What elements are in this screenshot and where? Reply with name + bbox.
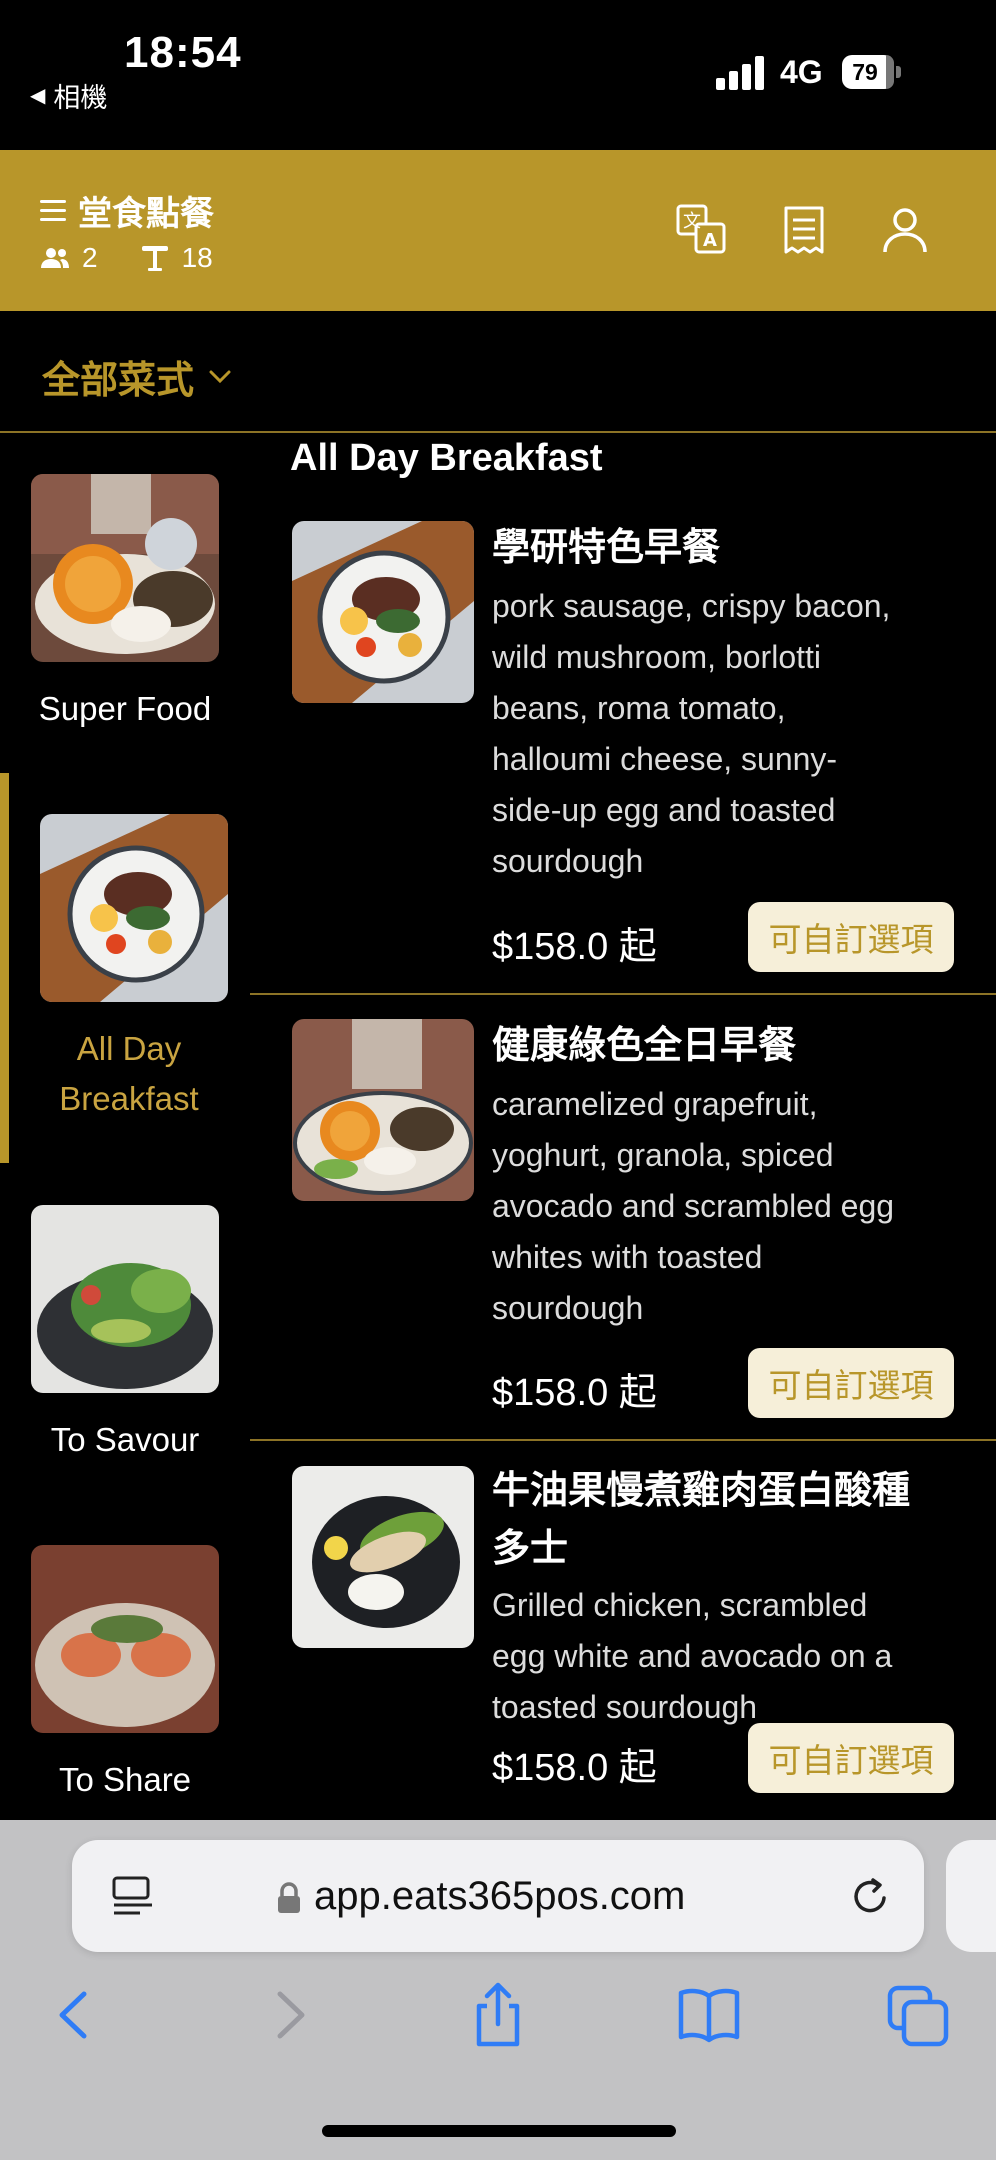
menu-item-price: $158.0 起 [492, 926, 657, 968]
menu-item-name: 健康綠色全日早餐 [492, 1025, 797, 1067]
category-dropdown[interactable]: 全部菜式 [42, 349, 232, 404]
reload-icon[interactable] [848, 1874, 892, 1918]
sidebar-item-label: All Day Breakfast [59, 1030, 199, 1117]
translate-icon[interactable]: 文 A [674, 202, 730, 258]
menu-item-description: pork sausage, crispy bacon, wild mushroo… [492, 588, 891, 879]
sidebar-item-label: Super Food [38, 690, 212, 727]
section-title: All Day Breakfast [290, 437, 603, 479]
table-info: 2 18 [40, 242, 213, 274]
dine-in-menu-toggle[interactable]: 堂食點餐 [40, 186, 214, 235]
sidebar-item-label: To Savour [50, 1421, 200, 1458]
svg-text:A: A [703, 230, 717, 251]
super-food-thumbnail [31, 474, 219, 662]
category-bar: 全部菜式 [0, 311, 996, 431]
battery-icon: 79 [842, 55, 902, 89]
next-tab-preview[interactable] [946, 1840, 996, 1952]
svg-text:文: 文 [683, 211, 701, 232]
browser-chrome: app.eats365pos.com [0, 1820, 996, 2160]
menu-list: All Day Breakfast 學研特色早餐 pork sausage, c… [250, 433, 996, 1820]
tabs-icon[interactable] [884, 1980, 954, 2050]
back-app-label: 相機 [53, 83, 108, 113]
menu-item-photo [292, 1466, 474, 1648]
category-sidebar: Super Food All Day Breakfast To Savour T… [0, 433, 250, 1820]
url-text: app.eats365pos.com [314, 1874, 686, 1918]
to-savour-thumbnail [31, 1205, 219, 1393]
back-triangle-icon: ◀ [30, 85, 46, 107]
chevron-down-icon [209, 370, 231, 383]
share-icon[interactable] [463, 1980, 533, 2050]
to-share-thumbnail [31, 1545, 219, 1733]
category-dropdown-label: 全部菜式 [42, 360, 195, 402]
reader-mode-icon[interactable] [112, 1876, 154, 1916]
receipt-icon[interactable] [776, 202, 832, 258]
menu-item-description: caramelized grapefruit, yoghurt, granola… [492, 1086, 895, 1326]
status-time: 18:54 [124, 28, 242, 77]
menu-item-description: Grilled chicken, scrambled egg white and… [492, 1587, 893, 1725]
menu-item-name: 牛油果慢煮雞肉蛋白酸種 多士 [492, 1470, 911, 1570]
customize-options-button[interactable]: 可自訂選項 [748, 1348, 954, 1418]
customize-options-button[interactable]: 可自訂選項 [748, 1723, 954, 1793]
divider [250, 1439, 996, 1441]
people-icon [41, 248, 69, 268]
divider [250, 993, 996, 995]
table-number: 18 [181, 242, 213, 273]
back-icon[interactable] [40, 1980, 110, 2050]
user-icon[interactable] [877, 202, 933, 258]
guest-count: 2 [82, 242, 98, 273]
signal-icon [716, 56, 764, 90]
forward-icon[interactable] [254, 1980, 324, 2050]
lock-icon [278, 1882, 300, 1913]
address-bar[interactable]: app.eats365pos.com [72, 1840, 924, 1952]
back-to-app-link[interactable]: ◀ 相機 [30, 76, 107, 115]
page-title: 堂食點餐 [78, 195, 214, 233]
bookmarks-icon[interactable] [674, 1980, 744, 2050]
menu-item-photo [292, 521, 474, 703]
menu-icon [40, 199, 66, 222]
customize-options-button[interactable]: 可自訂選項 [748, 902, 954, 972]
menu-item-price: $158.0 起 [492, 1372, 657, 1414]
home-indicator [322, 2125, 676, 2137]
battery-level: 79 [852, 58, 878, 85]
network-type: 4G [780, 54, 823, 90]
menu-item-photo [292, 1019, 474, 1201]
status-bar: 18:54 ◀ 相機 4G 79 [0, 0, 996, 150]
menu-item-name: 學研特色早餐 [492, 527, 721, 569]
all-day-breakfast-thumbnail [40, 814, 228, 1002]
menu-item-price: $158.0 起 [492, 1747, 657, 1789]
table-icon [141, 246, 168, 271]
app-header: 堂食點餐 2 18 文 A [0, 150, 996, 311]
sidebar-item-label: To Share [58, 1761, 192, 1798]
